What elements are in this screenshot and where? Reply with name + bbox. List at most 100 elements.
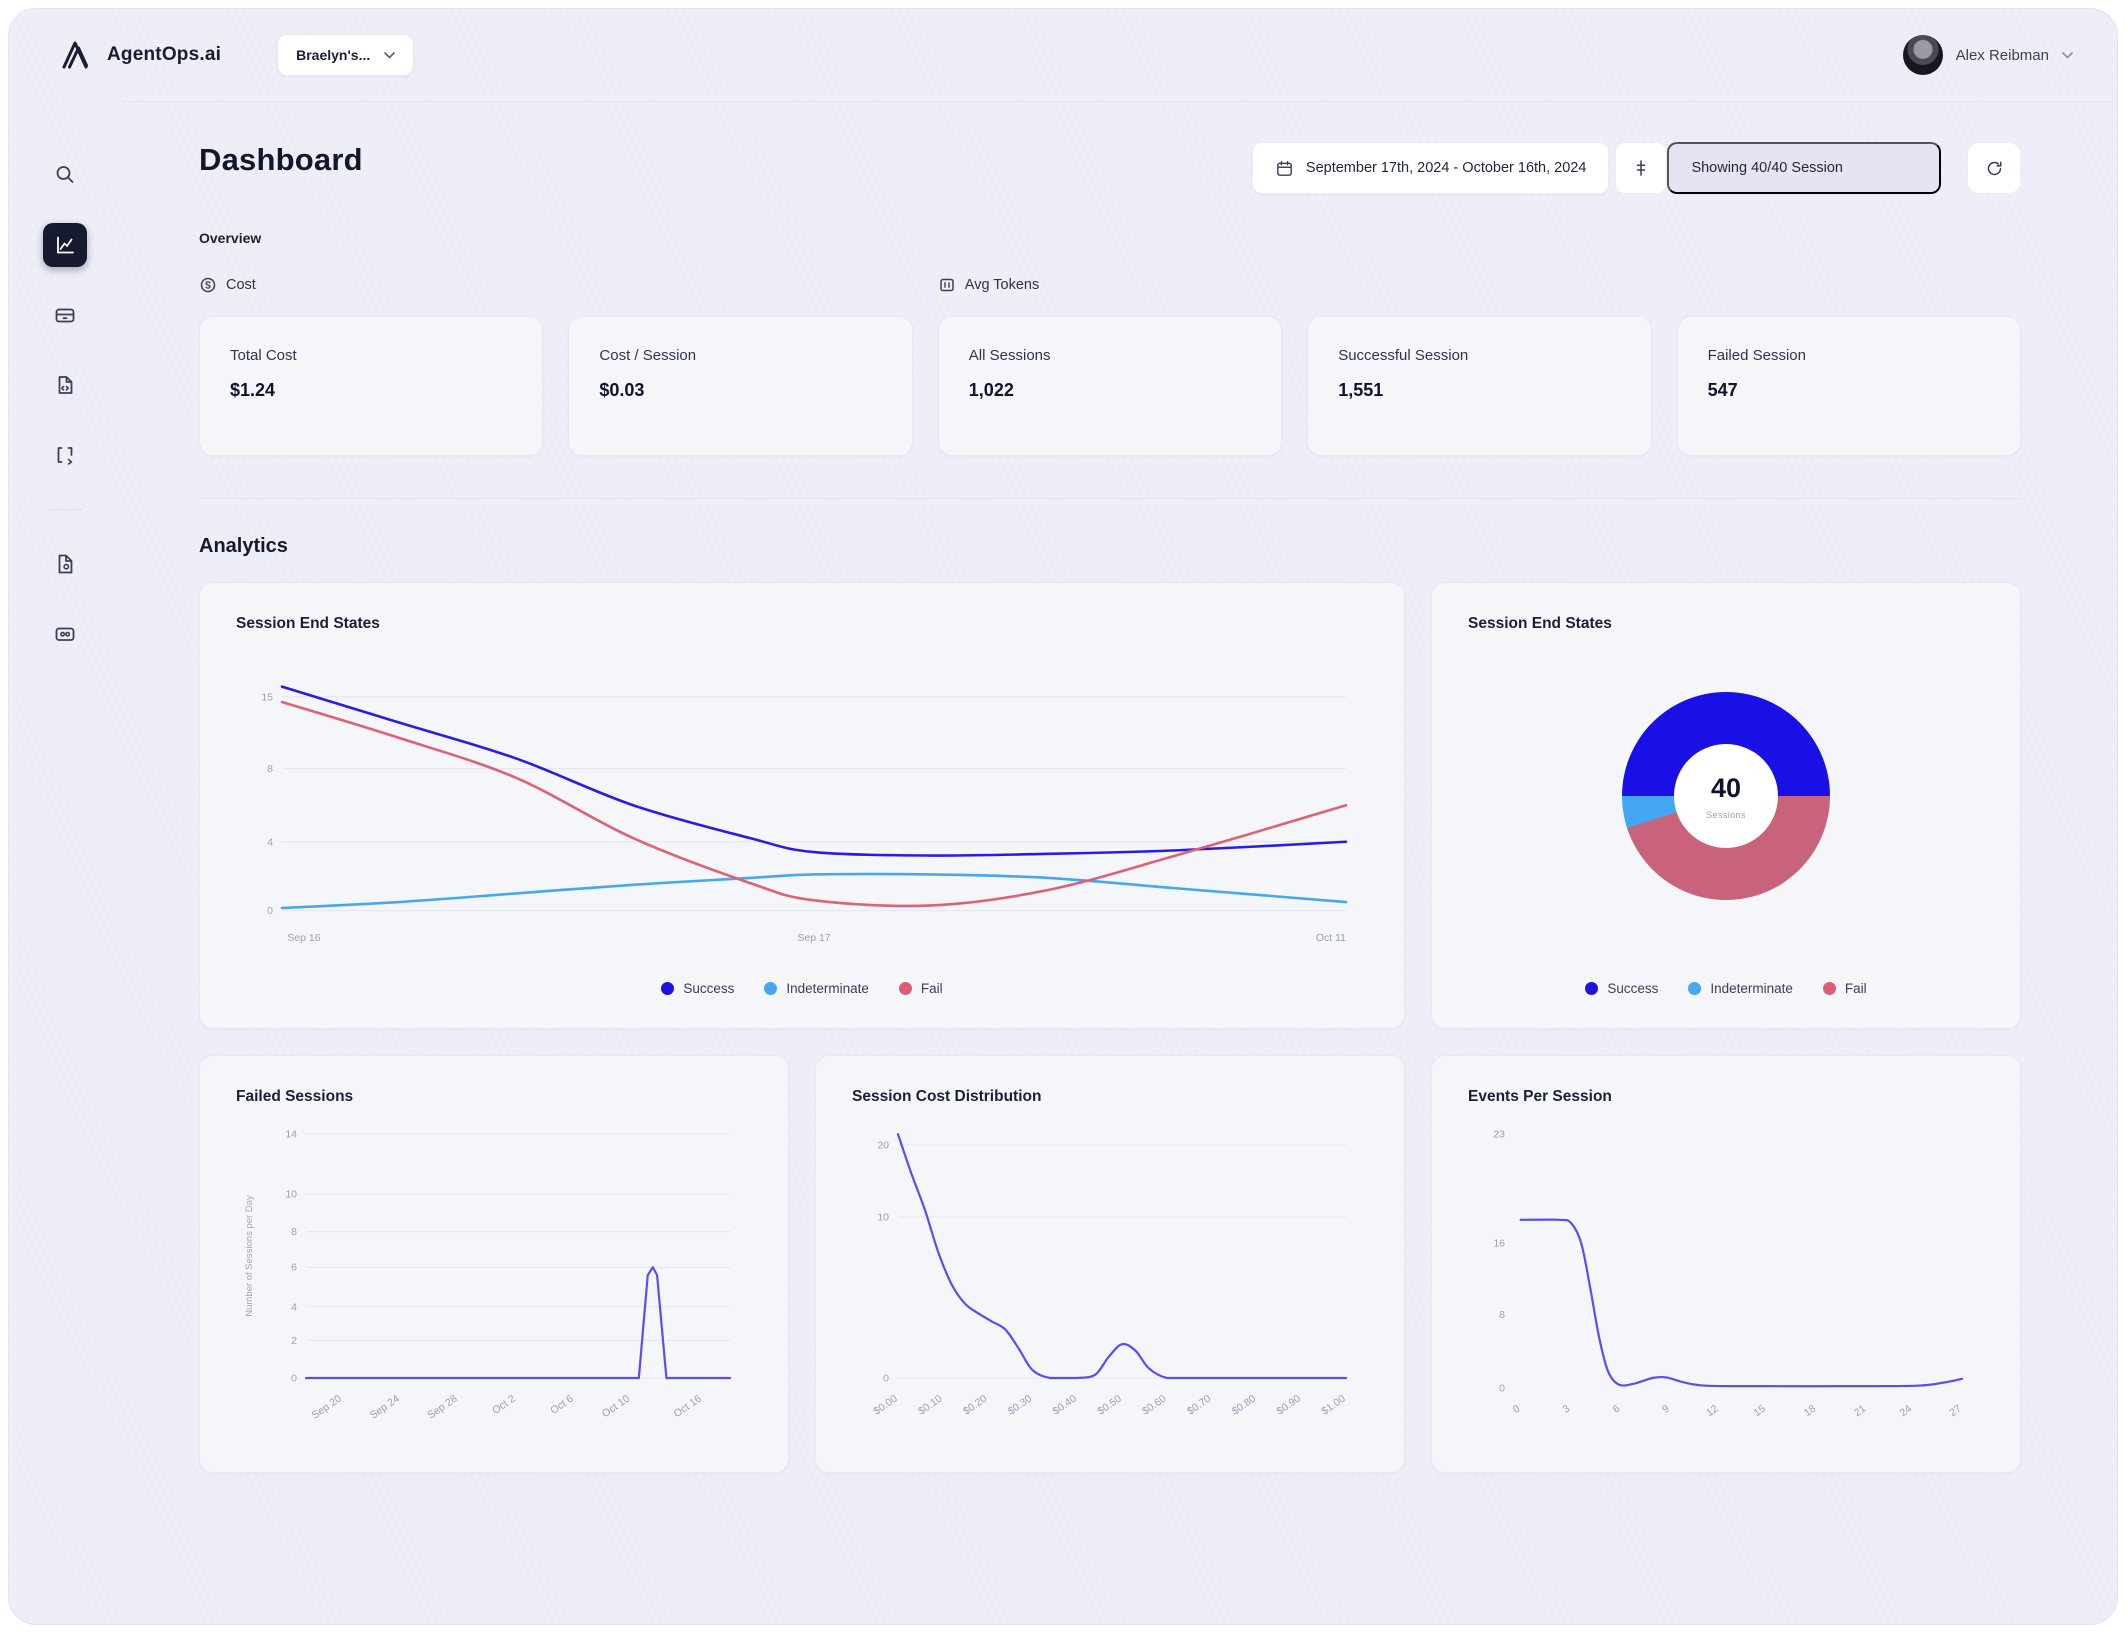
chevron-down-icon	[384, 51, 396, 59]
stat-label: Cost / Session	[599, 347, 697, 364]
sidebar-item-sessions[interactable]	[43, 293, 87, 337]
legend-item-success[interactable]: Success	[661, 981, 734, 996]
chart-card-failed-sessions: Failed Sessions 14 10 8 6 4 2 0 Sep 20 Sep 24 Sep…	[199, 1055, 789, 1473]
legend-dot	[898, 982, 912, 995]
svg-text:4: 4	[291, 1301, 297, 1313]
stat-label: Total Cost	[230, 347, 297, 364]
topbar: AgentOps.ai Braelyn's... Alex Reibman	[9, 9, 2117, 101]
svg-text:$0.60: $0.60	[1140, 1393, 1169, 1418]
svg-text:$1.00: $1.00	[1319, 1393, 1348, 1418]
chart-icon	[53, 233, 77, 257]
date-range-picker[interactable]: September 17th, 2024 - October 16th, 202…	[1251, 142, 1610, 194]
svg-text:Sep 24: Sep 24	[368, 1393, 402, 1422]
svg-text:Sep 16: Sep 16	[287, 932, 320, 944]
main-content: Dashboard September 17th, 2024 - October…	[121, 101, 2117, 1624]
stats-row: Total Cost $1.24 Cost / Session $0.03 Al…	[199, 316, 2021, 456]
svg-text:12: 12	[1704, 1403, 1721, 1420]
refresh-icon	[1985, 159, 2004, 178]
refresh-button[interactable]	[1967, 142, 2021, 194]
filter-button[interactable]	[1615, 142, 1668, 194]
session-filter-pill[interactable]: Showing 40/40 Session	[1667, 142, 1941, 194]
svg-text:$0.50: $0.50	[1095, 1393, 1124, 1418]
svg-text:Oct 16: Oct 16	[672, 1393, 704, 1421]
svg-text:0: 0	[267, 905, 273, 917]
sidebar-item-billing[interactable]	[43, 612, 87, 656]
svg-text:23: 23	[1493, 1129, 1505, 1141]
donut-total-label: Sessions	[1706, 809, 1746, 820]
svg-text:8: 8	[1499, 1309, 1505, 1321]
svg-text:18: 18	[1802, 1403, 1819, 1420]
tab-avg-tokens[interactable]: Avg Tokens	[938, 276, 1039, 294]
sidebar-item-traces[interactable]	[43, 433, 87, 477]
brand: AgentOps.ai	[57, 36, 221, 74]
stat-value: 547	[1707, 380, 1738, 400]
legend-item-indeterminate[interactable]: Indeterminate	[764, 981, 869, 996]
svg-text:10: 10	[285, 1189, 297, 1201]
page-title: Dashboard	[199, 142, 363, 177]
chart-title: Events Per Session	[1468, 1088, 1612, 1105]
svg-text:0: 0	[1499, 1383, 1505, 1395]
org-selector[interactable]: Braelyn's...	[277, 34, 415, 76]
svg-text:9: 9	[1660, 1403, 1672, 1416]
svg-text:4: 4	[267, 836, 273, 848]
calendar-icon	[1275, 159, 1294, 178]
stat-card-total-cost: Total Cost $1.24	[199, 316, 544, 456]
id-card-icon	[53, 622, 77, 646]
charts-grid: Session End States 15 8 4 0 Sep 16 Sep 17 Oct …	[199, 582, 2021, 1473]
legend-label: Success	[1607, 981, 1659, 996]
org-selector-label: Braelyn's...	[296, 47, 371, 63]
sidebar-item-search[interactable]	[43, 153, 87, 197]
svg-text:$0.30: $0.30	[1006, 1393, 1035, 1418]
legend-item-indeterminate[interactable]: Indeterminate	[1688, 981, 1793, 996]
legend-item-fail[interactable]: Fail	[898, 981, 943, 996]
stat-card-cost-per-session: Cost / Session $0.03	[568, 316, 913, 456]
sidebar-divider	[47, 509, 83, 510]
legend-item-fail[interactable]: Fail	[1822, 981, 1867, 996]
stat-card-failed-session: Failed Session 547	[1676, 316, 2021, 456]
chevron-down-icon	[2062, 51, 2073, 59]
svg-text:15: 15	[1751, 1403, 1768, 1420]
brackets-icon	[53, 443, 77, 467]
legend-label: Fail	[920, 981, 943, 996]
svg-text:8: 8	[267, 763, 273, 775]
svg-text:Sep 28: Sep 28	[425, 1393, 459, 1422]
chart-title: Failed Sessions	[236, 1088, 354, 1105]
legend-label: Success	[683, 981, 735, 996]
legend-label: Indeterminate	[786, 981, 869, 996]
legend-dot	[764, 982, 778, 995]
sidebar	[9, 101, 121, 1624]
stat-label: All Sessions	[968, 347, 1051, 364]
svg-text:Oct 11: Oct 11	[1316, 932, 1346, 944]
svg-text:2: 2	[291, 1335, 297, 1347]
avatar	[1902, 35, 1943, 75]
search-icon	[53, 163, 77, 187]
legend-dot	[1688, 982, 1702, 995]
stat-label: Successful Session	[1338, 347, 1469, 364]
chart-card-events-per-session: Events Per Session 23 16 8 0 0 3 6 9 12 15 18 21 24 2…	[1431, 1055, 2021, 1473]
legend-dot	[1822, 982, 1836, 995]
header-controls: September 17th, 2024 - October 16th, 202…	[1251, 142, 2021, 194]
legend-dot	[661, 982, 675, 995]
svg-text:8: 8	[291, 1226, 297, 1238]
stat-value: 1,022	[968, 380, 1014, 400]
sliders-icon	[1632, 159, 1650, 177]
sidebar-item-files[interactable]	[43, 542, 87, 586]
user-menu[interactable]: Alex Reibman	[1902, 35, 2073, 75]
overview-tabs: Cost Avg Tokens	[199, 276, 2021, 294]
chart-title: Session Cost Distribution	[852, 1088, 1042, 1105]
session-filter-label: Showing 40/40 Session	[1691, 160, 1843, 176]
sidebar-item-logs[interactable]	[43, 363, 87, 407]
svg-text:15: 15	[261, 691, 273, 703]
tab-cost[interactable]: Cost	[199, 276, 256, 294]
stat-card-successful-session: Successful Session 1,551	[1307, 316, 1652, 456]
legend-item-success[interactable]: Success	[1585, 981, 1658, 996]
donut-center: 40 Sessions	[1674, 744, 1778, 848]
svg-text:$0.70: $0.70	[1185, 1393, 1214, 1418]
svg-text:6: 6	[1611, 1403, 1623, 1416]
tab-cost-label: Cost	[226, 277, 256, 293]
svg-text:$0.20: $0.20	[961, 1393, 990, 1418]
line-chart-events-per-session: 23 16 8 0 0 3 6 9 12 15 18 21 24 27	[1468, 1120, 1984, 1440]
chart-legend: Success Indeterminate Fail	[236, 981, 1368, 996]
legend-dot	[1585, 982, 1599, 995]
sidebar-item-analytics[interactable]	[43, 223, 87, 267]
